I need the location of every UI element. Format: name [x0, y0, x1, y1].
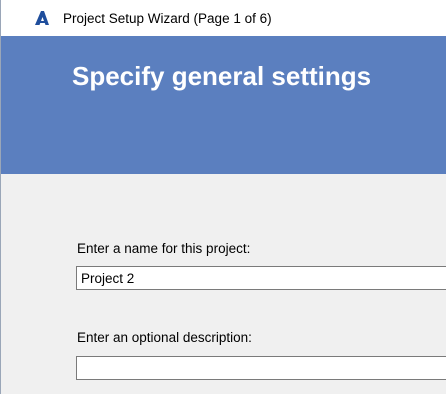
title-bar[interactable]: Project Setup Wizard (Page 1 of 6) [1, 0, 446, 36]
description-label: Enter an optional description: [77, 330, 252, 345]
project-name-label: Enter a name for this project: [77, 241, 251, 256]
header-banner [1, 36, 446, 174]
description-input[interactable] [76, 356, 446, 380]
app-logo-icon [34, 10, 50, 26]
project-name-input[interactable] [76, 266, 446, 290]
project-setup-wizard-window: Project Setup Wizard (Page 1 of 6) Speci… [0, 0, 446, 394]
page-heading: Specify general settings [72, 61, 372, 91]
window-title: Project Setup Wizard (Page 1 of 6) [63, 11, 272, 26]
